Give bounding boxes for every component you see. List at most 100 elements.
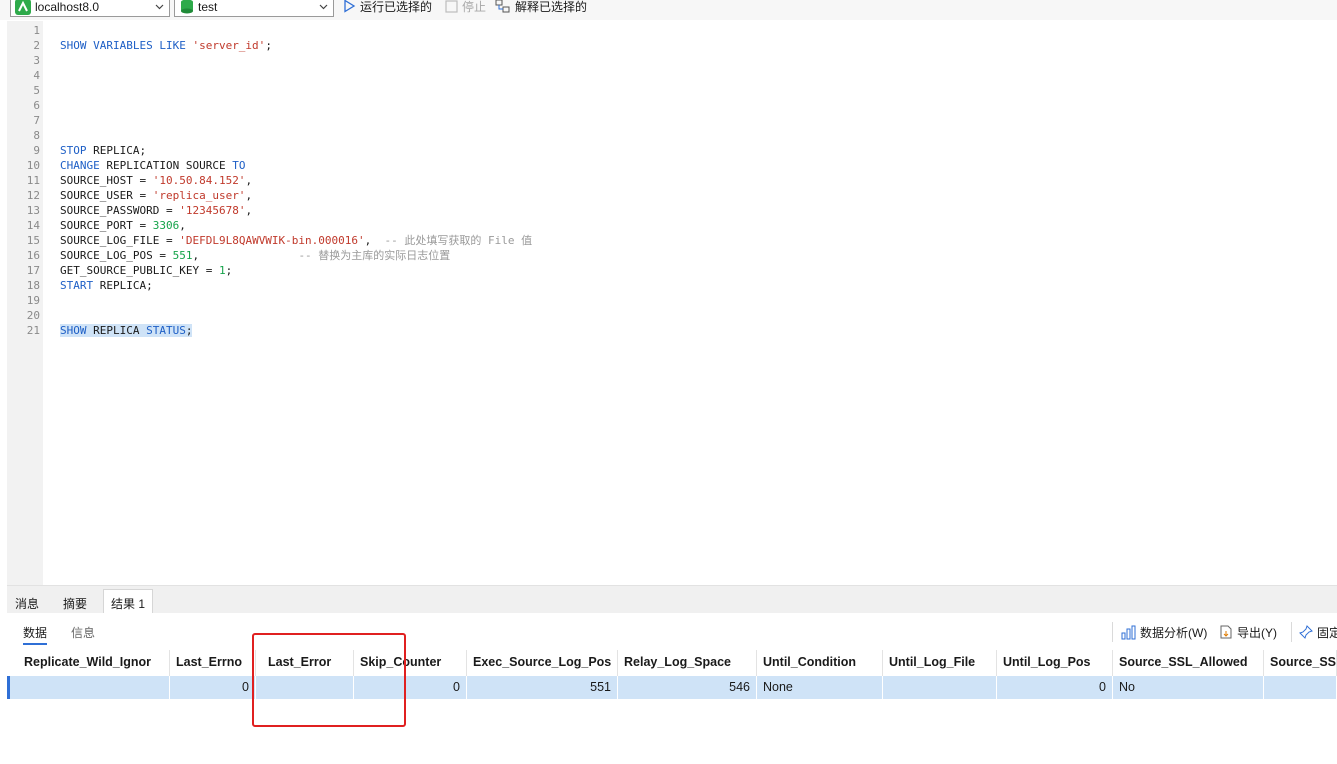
result-tabs: 消息 摘要 结果 1 — [7, 585, 1337, 614]
connection-select[interactable]: localhost8.0 — [10, 0, 170, 17]
code-token: 551 — [172, 249, 193, 262]
stop-icon — [445, 0, 458, 13]
code-token: , — [364, 234, 385, 247]
subtab-info[interactable]: 信息 — [71, 624, 95, 641]
run-selected-button[interactable]: 运行已选择的 — [342, 0, 432, 16]
code-token: ; — [265, 39, 272, 52]
code-line-13: SOURCE_PASSWORD = '12345678', — [60, 203, 252, 218]
code-token: REPLICA; — [86, 144, 147, 157]
chevron-down-icon — [155, 4, 164, 10]
line-number-gutter: 1 2 3 4 5 6 7 8 9 10 11 12 13 14 15 16 1… — [7, 21, 43, 585]
code-token: '12345678' — [179, 204, 246, 217]
export-icon — [1220, 625, 1232, 639]
line-number: 7 — [33, 114, 40, 127]
code-line-14: SOURCE_PORT = 3306, — [60, 218, 186, 233]
data-analysis-button[interactable]: 数据分析(W) — [1121, 622, 1207, 642]
pin-button[interactable]: 固定 — [1298, 622, 1337, 642]
line-number: 5 — [33, 84, 40, 97]
code-token: , — [179, 219, 186, 232]
code-token: SHOW VARIABLES LIKE — [60, 39, 193, 52]
line-number: 11 — [26, 174, 40, 187]
code-line-10: CHANGE REPLICATION SOURCE TO — [60, 158, 245, 173]
line-number: 8 — [33, 129, 40, 142]
code-line-11: SOURCE_HOST = '10.50.84.152', — [60, 173, 252, 188]
code-token: GET_SOURCE_PUBLIC_KEY = — [60, 264, 219, 277]
chevron-down-icon — [319, 4, 328, 10]
database-icon — [181, 0, 193, 14]
column-header[interactable]: Until_Log_Pos — [997, 650, 1113, 676]
column-header[interactable]: Relay_Log_Space — [618, 650, 757, 676]
pin-label: 固定 — [1317, 625, 1337, 640]
table-cell[interactable]: No — [1113, 676, 1264, 699]
code-comment: -- 此处填写获取的 File 值 — [384, 234, 533, 247]
code-token: 1 — [218, 264, 226, 277]
code-token: SOURCE_PORT = — [60, 219, 153, 232]
separator — [1112, 622, 1113, 642]
table-cell[interactable] — [1264, 676, 1337, 699]
code-token: , — [245, 189, 253, 202]
code-line-16: SOURCE_LOG_POS = 551, -- 替换为主库的实际日志位置 — [60, 248, 450, 263]
export-button[interactable]: 导出(Y) — [1218, 622, 1277, 642]
tab-messages[interactable]: 消息 — [8, 592, 46, 614]
code-token: 3306 — [152, 219, 180, 232]
table-cell[interactable]: 546 — [618, 676, 757, 699]
code-token: SOURCE_HOST = — [60, 174, 153, 187]
stop-button[interactable]: 停止 — [445, 0, 486, 16]
column-header[interactable]: Exec_Source_Log_Pos — [467, 650, 618, 676]
play-icon — [344, 0, 356, 13]
line-number: 1 — [33, 24, 40, 37]
column-header[interactable]: Replicate_Wild_Ignor — [18, 650, 170, 676]
subtab-data[interactable]: 数据 — [23, 624, 48, 645]
code-token: 'DEFDL9L8QAWVWIK-bin.000016' — [179, 234, 365, 247]
table-row[interactable]: 0 0 551 546 None 0 No — [7, 676, 1337, 699]
table-cell[interactable]: None — [757, 676, 883, 699]
column-header[interactable]: Source_SSL_Allowed — [1113, 650, 1264, 676]
data-analysis-label: 数据分析(W) — [1140, 625, 1208, 640]
table-cell[interactable] — [883, 676, 997, 699]
column-header[interactable]: Source_SS — [1264, 650, 1337, 676]
line-number: 6 — [33, 99, 40, 112]
separator — [1291, 622, 1292, 642]
line-number: 15 — [26, 234, 40, 247]
code-token: SOURCE_LOG_FILE = — [60, 234, 180, 247]
column-header[interactable]: Last_Errno — [170, 650, 256, 676]
sql-editor[interactable]: 1 2 3 4 5 6 7 8 9 10 11 12 13 14 15 16 1… — [7, 21, 1337, 585]
explain-icon — [495, 0, 510, 13]
code-token: SHOW — [60, 324, 87, 337]
result-subbar: 数据 信息 数据分析(W) 导出(Y) 固定 — [7, 613, 1337, 650]
line-number: 12 — [26, 189, 40, 202]
code-line-12: SOURCE_USER = 'replica_user', — [60, 188, 252, 203]
column-header[interactable]: Until_Condition — [757, 650, 883, 676]
table-cell[interactable]: 0 — [170, 676, 256, 699]
code-line-17: GET_SOURCE_PUBLIC_KEY = 1; — [60, 263, 232, 278]
line-number: 10 — [26, 159, 40, 172]
pin-icon — [1299, 625, 1313, 639]
code-token: '10.50.84.152' — [152, 174, 246, 187]
connection-label: localhost8.0 — [35, 0, 100, 14]
code-comment: -- 替换为主库的实际日志位置 — [298, 249, 451, 262]
line-number: 13 — [26, 204, 40, 217]
database-select[interactable]: test — [174, 0, 334, 17]
code-token: , — [245, 204, 253, 217]
line-number: 14 — [26, 219, 40, 232]
table-cell[interactable]: 551 — [467, 676, 618, 699]
table-cell[interactable]: 0 — [997, 676, 1113, 699]
code-token: REPLICA — [86, 324, 147, 337]
editor-toolbar: localhost8.0 test 运行已选择的 停止 解释已选择的 — [0, 0, 1337, 20]
code-token: STOP — [60, 144, 87, 157]
line-number: 2 — [33, 39, 40, 52]
explain-selected-button[interactable]: 解释已选择的 — [495, 0, 587, 16]
table-cell[interactable] — [18, 676, 170, 699]
line-number: 4 — [33, 69, 40, 82]
column-header[interactable]: Until_Log_File — [883, 650, 997, 676]
code-token: REPLICATION SOURCE — [99, 159, 233, 172]
tab-result-1[interactable]: 结果 1 — [103, 589, 154, 614]
code-token: TO — [232, 159, 246, 172]
highlight-annotation-box — [252, 633, 406, 727]
code-line-18: START REPLICA; — [60, 278, 153, 293]
tab-summary[interactable]: 摘要 — [56, 592, 94, 614]
code-line-2: SHOW VARIABLES LIKE 'server_id'; — [60, 38, 272, 53]
line-number: 21 — [26, 324, 40, 337]
code-token: ; — [185, 324, 193, 337]
connection-icon — [15, 0, 31, 15]
